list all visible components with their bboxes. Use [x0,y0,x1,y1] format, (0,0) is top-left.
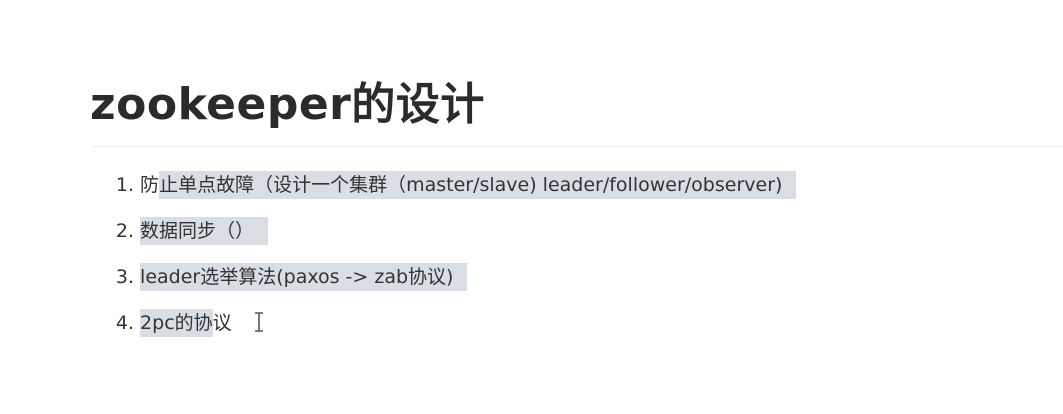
list-item[interactable]: 4. 2pc的协议 [96,308,796,354]
selected-text: leader选举算法(paxos -> zab协议) [140,263,468,291]
selected-text: 2pc的协 [140,309,213,337]
list-item-text[interactable]: 数据同步（） [140,216,269,246]
list-item-number: 2. [115,220,134,242]
list-item[interactable]: 1. 防止单点故障（设计一个集群（master/slave) leader/fo… [96,170,797,216]
unselected-text-tail: 议 [212,312,232,334]
selected-text: 数据同步（） [140,217,269,245]
list-item[interactable]: 3. leader选举算法(paxos -> zab协议) [96,262,796,308]
list-item-number: 4. [115,312,134,334]
page-title: zookeeper的设计 [90,79,485,130]
unselected-text: 防 [140,174,160,196]
ordered-list: 1. 防止单点故障（设计一个集群（master/slave) leader/fo… [96,170,797,354]
list-item[interactable]: 2. 数据同步（） [96,216,796,262]
list-item-number: 1. [115,174,134,196]
selected-text: 止单点故障（设计一个集群（master/slave) leader/follow… [159,171,797,199]
list-item-number: 3. [115,266,134,288]
list-item-text[interactable]: leader选举算法(paxos -> zab协议) [140,262,468,292]
document-page: zookeeper的设计 1. 防止单点故障（设计一个集群（master/sla… [0,0,1063,414]
list-item-text[interactable]: 防止单点故障（设计一个集群（master/slave) leader/follo… [140,170,797,200]
heading-divider [92,146,1063,147]
list-item-text[interactable]: 2pc的协议 [140,308,232,338]
text-cursor-icon [254,311,264,332]
